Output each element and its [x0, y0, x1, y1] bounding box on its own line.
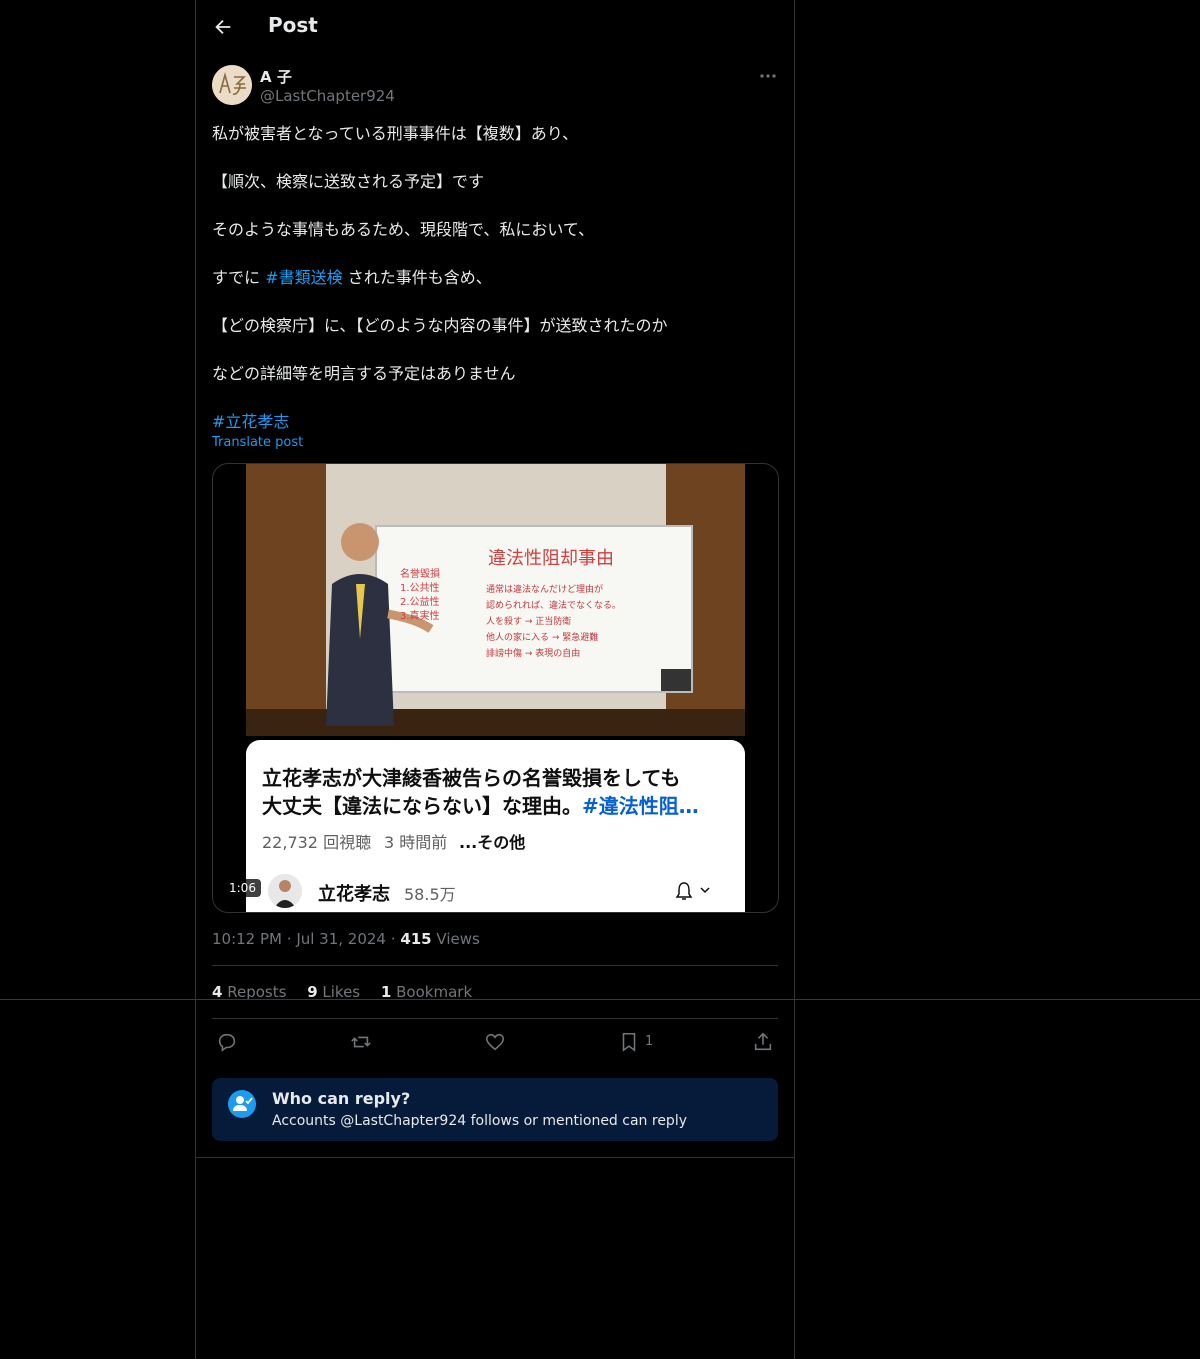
- repost-icon[interactable]: [350, 1031, 372, 1053]
- post-time[interactable]: 10:12 PM: [212, 930, 282, 948]
- post-text-line-4: すでに #書類送検 された事件も含め、: [212, 264, 492, 288]
- whiteboard-note: 2.公益性: [400, 597, 440, 608]
- like-heart-icon[interactable]: [484, 1031, 506, 1053]
- post-date[interactable]: Jul 31, 2024: [296, 930, 386, 948]
- whiteboard-note: 人を殺す → 正当防衛: [486, 617, 572, 627]
- separator-dot: ·: [390, 930, 401, 948]
- author-name[interactable]: A 子: [260, 66, 292, 87]
- bookmark-action-count: 1: [645, 1034, 654, 1049]
- separator-dot: ·: [286, 930, 297, 948]
- main-column: Post A 子 @LastChapter924 私が被害者となっている刑事事件…: [195, 0, 795, 1359]
- video-card[interactable]: 違法性阻却事由 名誉毀損 1.公共性 2.公益性 3.真実性 通常は違法なんだけ…: [212, 463, 779, 913]
- youtube-channel-avatar[interactable]: [268, 874, 302, 908]
- whiteboard-right-notes: 通常は違法なんだけど理由が 認められれば、違法でなくなる。 人を殺す → 正当防…: [486, 582, 686, 662]
- divider: [212, 1018, 778, 1019]
- whiteboard-left-notes: 名誉毀損 1.公共性 2.公益性 3.真実性: [400, 568, 460, 624]
- post-text-line-4-post: された事件も含め、: [347, 268, 492, 287]
- divider: [212, 965, 778, 966]
- video-thumbnail[interactable]: 違法性阻却事由 名誉毀損 1.公共性 2.公益性 3.真実性 通常は違法なんだけ…: [246, 464, 745, 736]
- who-can-reply-title: Who can reply?: [272, 1089, 411, 1108]
- youtube-title-hashtag[interactable]: #違法性阻…: [582, 794, 699, 818]
- share-icon[interactable]: [752, 1031, 774, 1053]
- whiteboard-note: 1.公共性: [400, 583, 440, 594]
- youtube-title-line-2: 大丈夫【違法にならない】な理由。#違法性阻…: [262, 792, 732, 820]
- views-label: Views: [436, 930, 480, 948]
- whiteboard-title: 違法性阻却事由: [488, 548, 614, 569]
- hashtag-link-shorui-souken[interactable]: #書類送検: [265, 268, 342, 287]
- youtube-channel-name[interactable]: 立花孝志: [318, 880, 390, 906]
- divider: [196, 1157, 794, 1158]
- post-metadata: 10:12 PM · Jul 31, 2024 · 415 Views: [212, 930, 480, 948]
- views-count: 415: [400, 930, 432, 948]
- post-text-line-2: 【順次、検察に送致される予定】です: [212, 172, 485, 191]
- whiteboard-note: 3.真実性: [400, 611, 440, 622]
- whiteboard-note: 他人の家に入る → 緊急避難: [486, 633, 599, 643]
- channel-avatar-image: [268, 874, 302, 908]
- reply-icon[interactable]: [216, 1031, 238, 1053]
- author-handle[interactable]: @LastChapter924: [260, 87, 395, 105]
- avatar[interactable]: [212, 65, 252, 105]
- youtube-video-title[interactable]: 立花孝志が大津綾香被告らの名誉毀損をしても 大丈夫【違法にならない】な理由。#違…: [262, 764, 732, 820]
- who-can-reply-subtitle: Accounts @LastChapter924 follows or ment…: [272, 1113, 687, 1129]
- whiteboard-note: 名誉毀損: [400, 569, 440, 580]
- hashtag-link-tachibana[interactable]: #立花孝志: [212, 408, 289, 432]
- whiteboard-note: 認められれば、違法でなくなる。: [486, 601, 622, 611]
- who-can-reply-box: Who can reply? Accounts @LastChapter924 …: [212, 1078, 778, 1141]
- bookmark-icon[interactable]: [618, 1031, 640, 1053]
- post-text-line-1: 私が被害者となっている刑事事件は【複数】あり、: [212, 124, 579, 143]
- whiteboard-note: 通常は違法なんだけど理由が: [486, 585, 604, 595]
- youtube-title-line-1: 立花孝志が大津綾香被告らの名誉毀損をしても: [262, 766, 681, 790]
- user-check-icon: [233, 1096, 253, 1111]
- post-text-line-3: そのような事情もあるため、現段階で、私において、: [212, 220, 595, 239]
- page-title: Post: [268, 13, 318, 37]
- youtube-subscriber-count: 58.5万: [404, 885, 456, 904]
- reply-permission-badge: [228, 1090, 256, 1118]
- post-text-line-5: 【どの検察庁】に、【どのような内容の事件】が送致されたのか: [212, 316, 668, 335]
- horizontal-guide-line: [0, 999, 1200, 1000]
- back-arrow-icon[interactable]: [212, 16, 234, 38]
- post-text-line-6: などの詳細等を明言する予定はありません: [212, 364, 516, 383]
- youtube-upload-age: 3 時間前: [384, 833, 448, 852]
- translate-post-link[interactable]: Translate post: [212, 435, 303, 450]
- post-text-line-4-pre: すでに: [212, 268, 261, 287]
- whiteboard-note: 誹謗中傷 → 表現の自由: [486, 649, 581, 659]
- video-duration-badge: 1:06: [224, 879, 261, 897]
- avatar-image: [212, 65, 252, 105]
- youtube-title-line-2-text: 大丈夫【違法にならない】な理由。: [262, 794, 582, 818]
- header: Post: [196, 0, 794, 54]
- more-options-icon[interactable]: [758, 66, 778, 86]
- youtube-info-card[interactable]: 立花孝志が大津綾香被告らの名誉毀損をしても 大丈夫【違法にならない】な理由。#違…: [246, 740, 745, 912]
- youtube-view-count: 22,732 回視聴: [262, 833, 372, 852]
- youtube-more-link[interactable]: ...その他: [459, 829, 525, 853]
- bell-icon[interactable]: [674, 880, 716, 902]
